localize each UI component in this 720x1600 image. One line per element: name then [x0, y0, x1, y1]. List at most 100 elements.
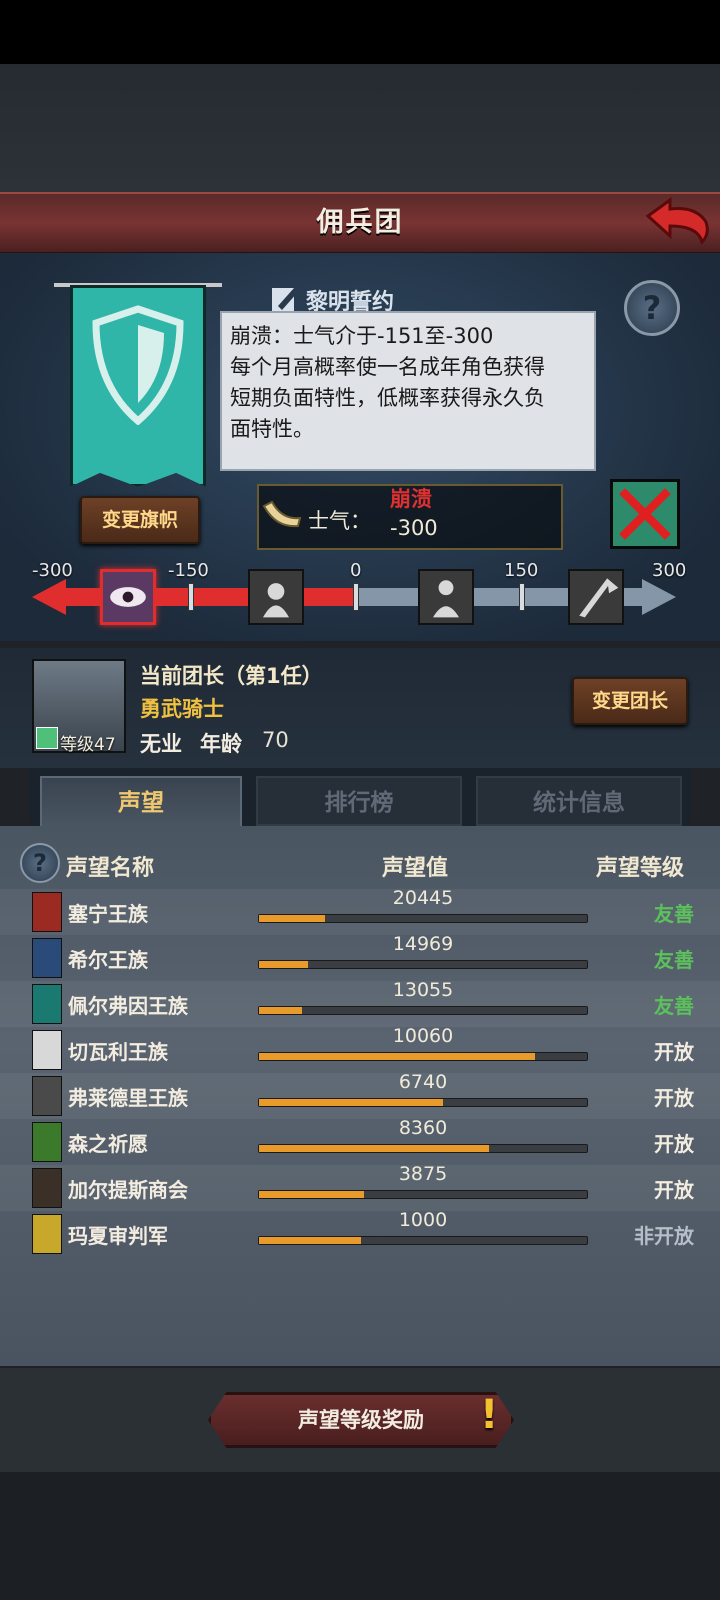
- faction-emblem-icon: [32, 1168, 62, 1208]
- page-title: 佣兵团: [316, 207, 404, 238]
- faction-name: 森之祈愿: [68, 1132, 148, 1156]
- reputation-level: 非开放: [634, 1224, 694, 1248]
- reputation-value: 14969: [392, 933, 454, 955]
- scale-label: -150: [168, 560, 209, 581]
- reputation-value: 1000: [398, 1209, 448, 1231]
- reputation-bar-fill: [259, 1191, 364, 1198]
- crossed-out-icon[interactable]: [610, 479, 680, 549]
- despair-icon[interactable]: [248, 569, 304, 625]
- reputation-level: 开放: [654, 1086, 694, 1110]
- reputation-bar: [258, 1006, 588, 1015]
- reputation-level: 友善: [654, 902, 694, 926]
- faction-emblem-icon: [32, 938, 62, 978]
- reputation-bar-fill: [259, 1099, 443, 1106]
- horn-icon: [262, 500, 302, 528]
- morale-label: 士气：: [308, 509, 371, 533]
- tooltip-line: 崩溃：士气介于-151至-300: [230, 324, 494, 348]
- list-item[interactable]: 弗莱德里王族 6740 开放: [0, 1071, 720, 1119]
- reputation-level: 开放: [654, 1132, 694, 1156]
- reputation-bar: [258, 1098, 588, 1107]
- reputation-level: 开放: [654, 1178, 694, 1202]
- faction-emblem-icon: [32, 1030, 62, 1070]
- help-icon[interactable]: ?: [20, 843, 60, 883]
- eye-icon[interactable]: [100, 569, 156, 625]
- faction-name: 切瓦利王族: [68, 1040, 168, 1064]
- reputation-bar: [258, 960, 588, 969]
- morale-state: 崩溃: [390, 487, 432, 511]
- scale-label: 150: [504, 560, 539, 581]
- reputation-bar-fill: [259, 1145, 489, 1152]
- faction-emblem-icon: [32, 1214, 62, 1254]
- faction-name: 加尔提斯商会: [68, 1178, 188, 1202]
- faction-name: 塞宁王族: [68, 902, 148, 926]
- help-icon[interactable]: ?: [624, 280, 680, 336]
- reputation-reward-button[interactable]: 声望等级奖励: [208, 1392, 514, 1448]
- scale-label: 0: [350, 560, 362, 581]
- reputation-value: 6740: [398, 1071, 448, 1093]
- list-item[interactable]: 切瓦利王族 10060 开放: [0, 1025, 720, 1073]
- tab-statistics[interactable]: 统计信息: [476, 776, 682, 826]
- back-arrow-icon[interactable]: [644, 196, 712, 246]
- scale-tick: [188, 583, 194, 611]
- list-item[interactable]: 加尔提斯商会 3875 开放: [0, 1163, 720, 1211]
- reputation-level: 友善: [654, 948, 694, 972]
- scale-label: -300: [32, 560, 73, 581]
- reputation-bar-fill: [259, 1237, 361, 1244]
- background-bottom: [0, 1472, 720, 1600]
- faction-emblem-icon: [32, 892, 62, 932]
- reputation-bar: [258, 1236, 588, 1245]
- list-item[interactable]: 森之祈愿 8360 开放: [0, 1117, 720, 1165]
- scale-tick: [519, 583, 525, 611]
- reputation-value: 3875: [398, 1163, 448, 1185]
- faction-emblem-icon: [32, 984, 62, 1024]
- reputation-bar: [258, 1052, 588, 1061]
- leader-age: 70: [262, 728, 289, 752]
- checkbox-icon: [36, 727, 58, 749]
- reputation-bar: [258, 1190, 588, 1199]
- victory-flag-icon[interactable]: [568, 569, 624, 625]
- list-item[interactable]: 佩尔弗因王族 13055 友善: [0, 979, 720, 1027]
- tab-ranking[interactable]: 排行榜: [256, 776, 462, 826]
- reputation-bar-fill: [259, 1007, 302, 1014]
- tooltip-line: 短期负面特性，低概率获得永久负: [230, 386, 545, 410]
- reputation-value: 10060: [392, 1025, 454, 1047]
- reputation-bar: [258, 914, 588, 923]
- morale-tooltip: 崩溃：士气介于-151至-300 每个月高概率使一名成年角色获得 短期负面特性，…: [220, 311, 596, 471]
- morale-value: -300: [390, 516, 438, 540]
- list-item[interactable]: 塞宁王族 20445 友善: [0, 887, 720, 935]
- reputation-value: 8360: [398, 1117, 448, 1139]
- reputation-value: 20445: [392, 887, 454, 909]
- faction-name: 弗莱德里王族: [68, 1086, 188, 1110]
- faction-name: 希尔王族: [68, 948, 148, 972]
- tooltip-line: 每个月高概率使一名成年角色获得: [230, 355, 545, 379]
- pen-icon[interactable]: [270, 284, 300, 314]
- column-header-value: 声望值: [382, 856, 449, 881]
- change-leader-button[interactable]: 变更团长: [572, 677, 688, 725]
- tab-reputation[interactable]: 声望: [40, 776, 242, 826]
- leader-level: 等级47: [60, 735, 116, 755]
- status-bar: [0, 0, 720, 64]
- leader-job: 无业: [140, 732, 182, 756]
- leader-title: 当前团长（第1任）: [140, 664, 323, 688]
- column-header-name: 声望名称: [66, 856, 155, 881]
- faction-emblem-icon: [32, 1122, 62, 1162]
- scale-tick: [353, 583, 359, 611]
- change-flag-button[interactable]: 变更旗帜: [80, 496, 200, 544]
- background-top: [0, 64, 720, 192]
- neutral-icon[interactable]: [418, 569, 474, 625]
- leader-class: 勇武骑士: [140, 697, 224, 721]
- reputation-bar-fill: [259, 915, 325, 922]
- reputation-bar: [258, 1144, 588, 1153]
- alert-icon: !: [480, 1392, 499, 1438]
- scale-arrow-right: [642, 579, 676, 615]
- reputation-value: 13055: [392, 979, 454, 1001]
- scale-label: 300: [652, 560, 687, 581]
- reputation-level: 开放: [654, 1040, 694, 1064]
- list-item[interactable]: 玛夏审判军 1000 非开放: [0, 1209, 720, 1257]
- tooltip-line: 面特性。: [230, 417, 314, 441]
- leader-age-label: 年龄: [200, 732, 242, 756]
- faction-emblem-icon: [32, 1076, 62, 1116]
- list-item[interactable]: 希尔王族 14969 友善: [0, 933, 720, 981]
- faction-name: 佩尔弗因王族: [68, 994, 188, 1018]
- shield-icon: [92, 305, 184, 425]
